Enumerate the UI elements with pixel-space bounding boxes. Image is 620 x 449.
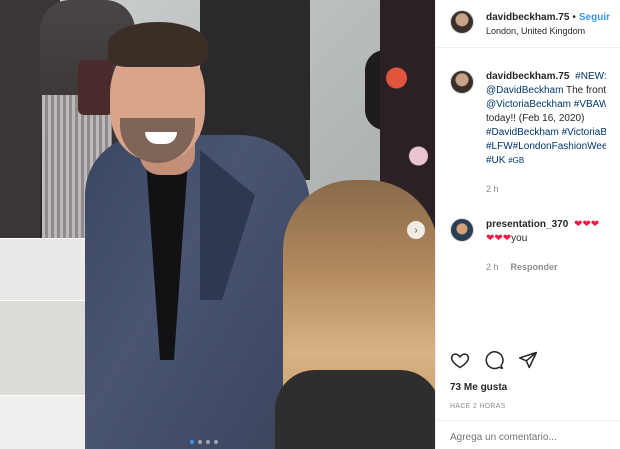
heart-emoji: ❤❤❤ <box>574 219 600 230</box>
caption-timestamp[interactable]: 2 h <box>486 182 606 196</box>
follow-button[interactable]: Seguir <box>579 12 610 23</box>
author-avatar[interactable] <box>450 70 474 94</box>
caption-tags[interactable]: #LFW#LondonFashionWeek <box>486 140 606 154</box>
post-photo[interactable]: › <box>0 0 435 449</box>
hashtag[interactable]: #UK <box>486 155 505 166</box>
separator-dot: • <box>572 12 576 23</box>
carousel-dot <box>206 440 210 444</box>
post-location[interactable]: London, United Kingdom <box>486 26 610 36</box>
divider <box>436 420 620 421</box>
comments-list[interactable]: davidbeckham.75 #NEW: @DavidBeckham The … <box>436 48 620 353</box>
commenter-username[interactable]: presentation_370 <box>486 219 568 230</box>
heart-emoji: ❤❤❤ <box>486 233 512 244</box>
comment-bubble-icon[interactable] <box>484 350 504 370</box>
author-avatar[interactable] <box>450 10 474 34</box>
caption-tags[interactable]: @VictoriaBeckham #VBAW2 <box>486 98 606 112</box>
caption-username[interactable]: davidbeckham.75 <box>486 71 569 82</box>
chevron-right-icon: › <box>414 224 418 236</box>
author-username[interactable]: davidbeckham.75 <box>486 12 569 23</box>
add-comment-input[interactable] <box>450 432 620 443</box>
carousel-dots <box>190 440 218 444</box>
comment-timestamp[interactable]: 2 h <box>486 262 499 272</box>
next-slide-button[interactable]: › <box>407 221 425 239</box>
commenter-avatar[interactable] <box>450 218 474 242</box>
carousel-dot <box>190 440 194 444</box>
comment-text: you <box>511 233 528 244</box>
carousel-dot <box>198 440 202 444</box>
woman-top <box>275 370 435 449</box>
caption-tags[interactable]: #DavidBeckham #VictoriaBe <box>486 126 606 140</box>
action-bar <box>450 350 538 370</box>
paper-plane-icon[interactable] <box>518 350 538 370</box>
post-side-panel: davidbeckham.75 • Seguir London, United Ki… <box>435 0 620 449</box>
hashtag[interactable]: #GB <box>508 156 524 165</box>
caption-text: The front <box>566 85 606 96</box>
background-bag <box>78 60 113 115</box>
carousel-dot <box>214 440 218 444</box>
like-count[interactable]: 73 Me gusta <box>450 382 507 393</box>
heart-outline-icon[interactable] <box>450 350 470 370</box>
man-hair <box>108 22 208 67</box>
hashtag[interactable]: #NEW: <box>575 71 606 82</box>
post-header: davidbeckham.75 • Seguir London, United Ki… <box>436 0 620 48</box>
caption-text: today!! (Feb 16, 2020) <box>486 113 585 124</box>
caption-item: davidbeckham.75 #NEW: @DavidBeckham The … <box>450 70 606 196</box>
post-age: HACE 2 HORAS <box>450 403 506 410</box>
mention[interactable]: @DavidBeckham <box>486 85 563 96</box>
reply-button[interactable]: Responder <box>511 262 558 272</box>
comment-item: presentation_370 ❤❤❤ ❤❤❤you 2 h Responder <box>450 218 606 274</box>
